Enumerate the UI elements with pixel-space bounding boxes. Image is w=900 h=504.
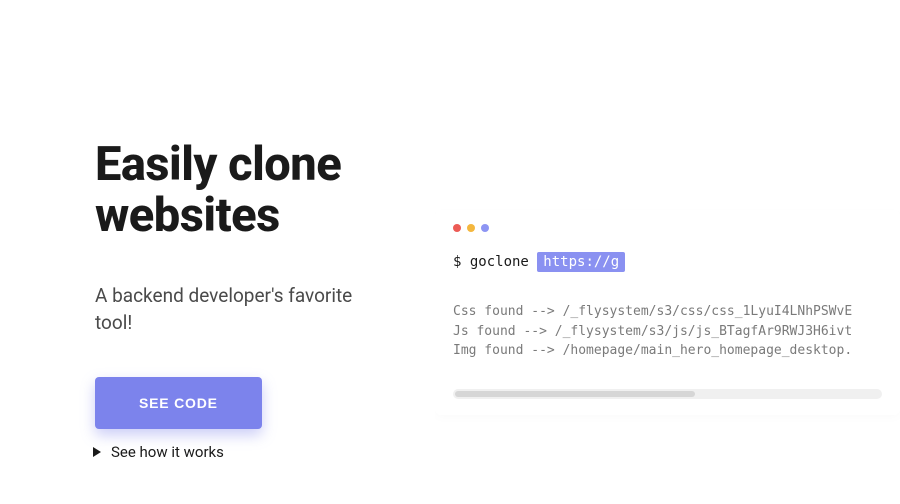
terminal-window: $ goclone https://g Css found --> /_flys…: [435, 210, 900, 415]
close-icon: [453, 224, 461, 232]
scrollbar-thumb[interactable]: [455, 391, 695, 397]
see-how-it-works-link[interactable]: See how it works: [93, 443, 385, 461]
hero-container: Easily clone websites A backend develope…: [0, 0, 900, 461]
terminal-prompt: $ goclone: [453, 254, 529, 270]
play-icon: [93, 447, 101, 457]
title-line-2: websites: [95, 188, 280, 243]
see-code-button[interactable]: SEE CODE: [95, 377, 262, 429]
minimize-icon: [467, 224, 475, 232]
window-controls: [453, 224, 882, 232]
secondary-link-label: See how it works: [111, 443, 224, 461]
hero-left-column: Easily clone websites A backend develope…: [95, 140, 385, 461]
page-subtitle: A backend developer's favorite tool!: [95, 282, 385, 337]
horizontal-scrollbar[interactable]: [453, 389, 882, 399]
page-title: Easily clone websites: [95, 140, 385, 242]
terminal-url-highlight: https://g: [537, 252, 625, 272]
terminal-command-line: $ goclone https://g: [453, 254, 882, 270]
output-line: Img found --> /homepage/main_hero_homepa…: [453, 341, 882, 361]
output-line: Js found --> /_flysystem/s3/js/js_BTagfA…: [453, 322, 882, 342]
title-line-1: Easily clone: [95, 137, 341, 192]
terminal-output: Css found --> /_flysystem/s3/css/css_1Ly…: [453, 302, 882, 361]
hero-right-column: $ goclone https://g Css found --> /_flys…: [435, 140, 900, 461]
output-line: Css found --> /_flysystem/s3/css/css_1Ly…: [453, 302, 882, 322]
maximize-icon: [481, 224, 489, 232]
